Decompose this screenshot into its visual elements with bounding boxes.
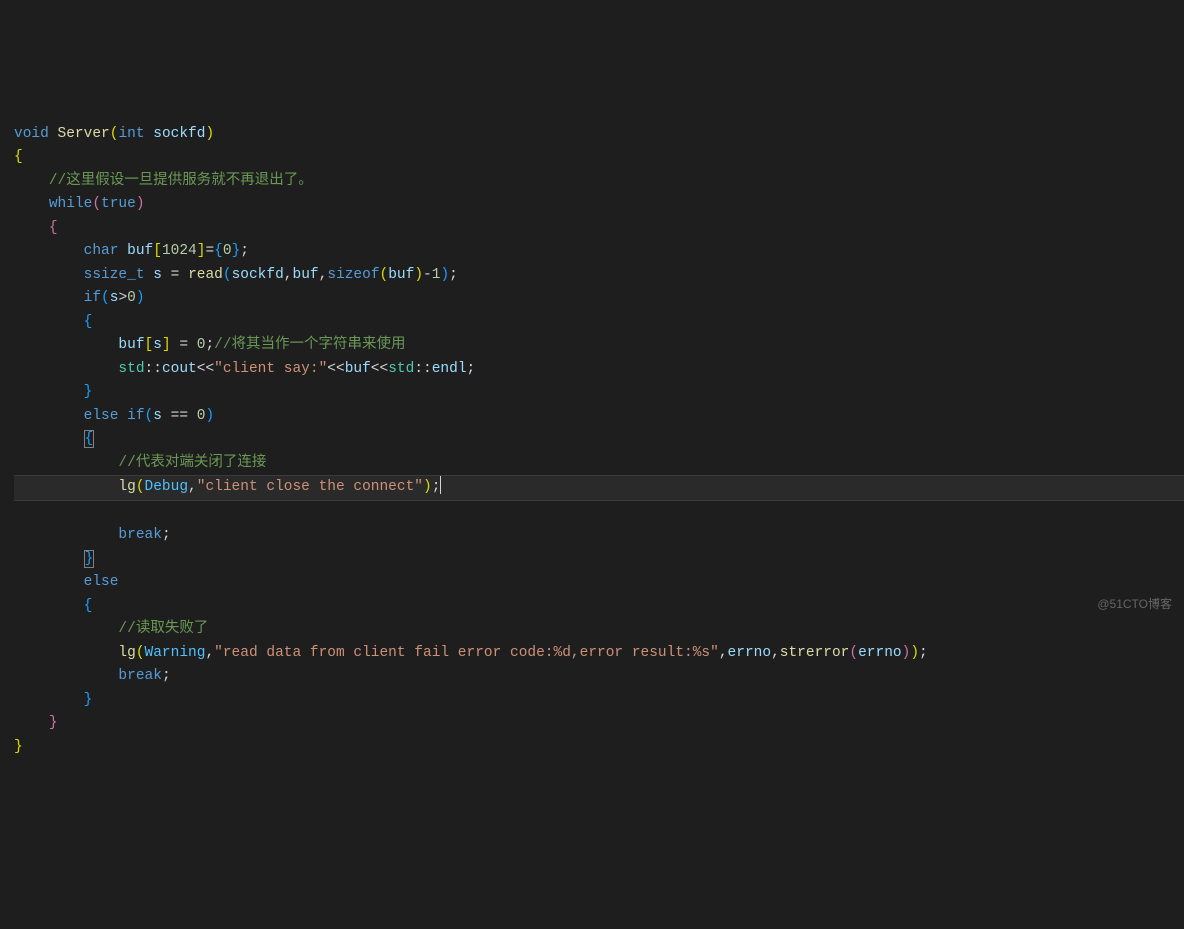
code-line: break;	[14, 668, 171, 684]
code-editor[interactable]: void Server(int sockfd) { //这里假设一旦提供服务就不…	[0, 99, 1184, 759]
code-line: {	[14, 314, 92, 330]
code-line: {	[14, 430, 94, 448]
text-cursor	[440, 476, 441, 494]
code-line: while(true)	[14, 196, 145, 212]
code-line: //代表对端关闭了连接	[14, 455, 266, 471]
code-line: std::cout<<"client say:"<<buf<<std::endl…	[14, 361, 475, 377]
watermark: @51CTO博客	[1097, 593, 1172, 617]
code-line: }	[14, 384, 92, 400]
code-line: ssize_t s = read(sockfd,buf,sizeof(buf)-…	[14, 267, 458, 283]
code-line: {	[14, 220, 58, 236]
code-line: }	[14, 715, 58, 731]
code-line: }	[14, 550, 94, 568]
code-line: //这里假设一旦提供服务就不再退出了。	[14, 173, 313, 189]
code-line: {	[14, 598, 92, 614]
code-line: else	[14, 574, 118, 590]
code-line: char buf[1024]={0};	[14, 243, 249, 259]
code-line: lg(Warning,"read data from client fail e…	[14, 645, 928, 661]
code-line: }	[14, 692, 92, 708]
code-line: {	[14, 149, 23, 165]
code-line: else if(s == 0)	[14, 408, 214, 424]
current-line: lg(Debug,"client close the connect");	[14, 475, 1184, 501]
code-line: }	[14, 739, 23, 755]
code-line: buf[s] = 0;//将其当作一个字符串来使用	[14, 337, 406, 353]
code-line: void Server(int sockfd)	[14, 126, 214, 142]
code-line: //读取失败了	[14, 621, 208, 637]
code-line: if(s>0)	[14, 290, 145, 306]
code-line: break;	[14, 527, 171, 543]
